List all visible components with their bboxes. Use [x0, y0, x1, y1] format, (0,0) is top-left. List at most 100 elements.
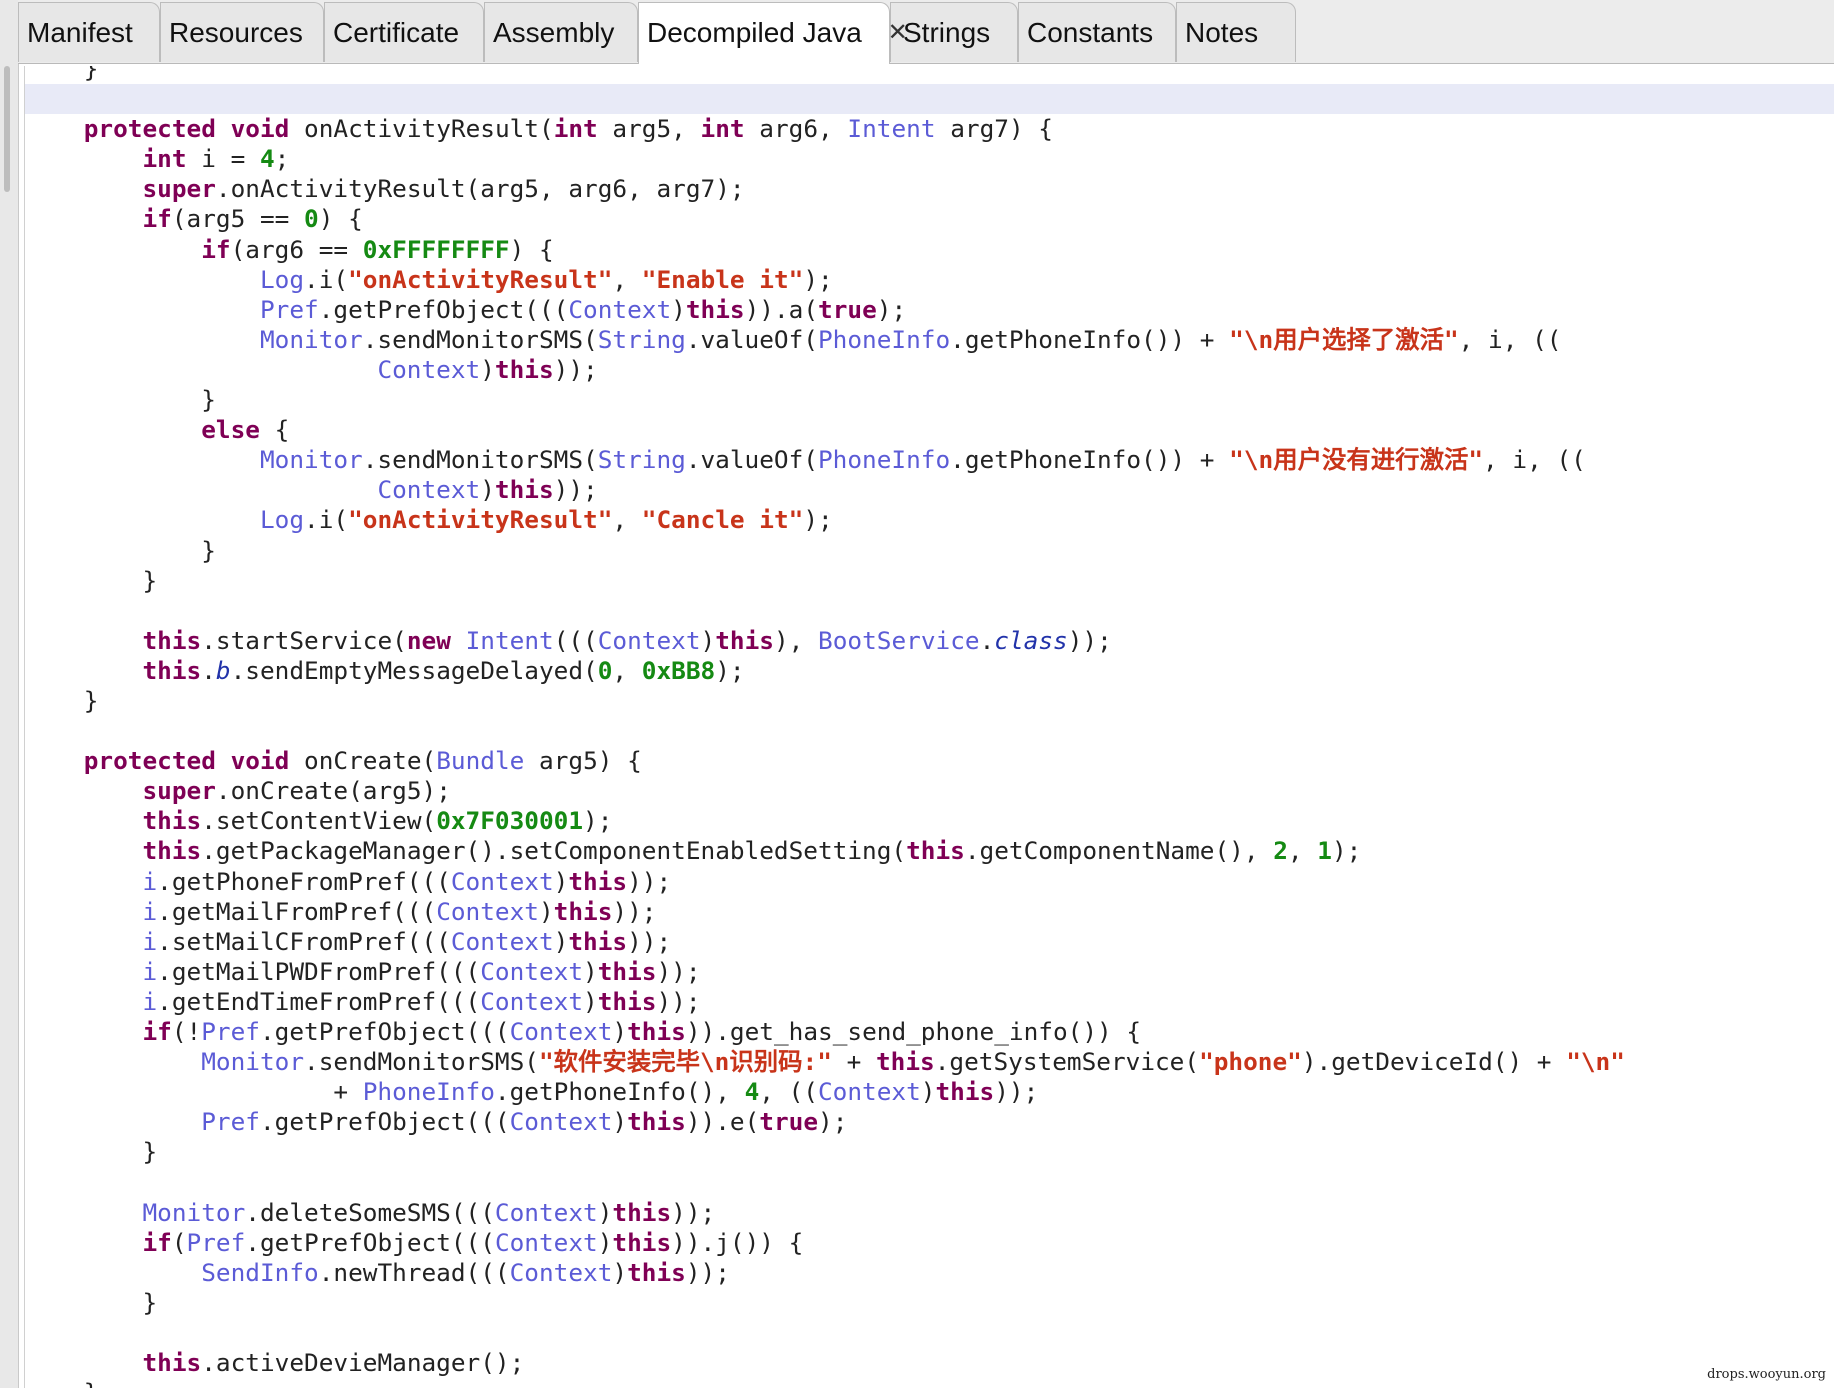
code-token: )); [656, 986, 701, 1016]
code-token: Pref [201, 1107, 260, 1137]
code-token: )).get_has_send_phone_info()) { [685, 1017, 1142, 1046]
code-token: Context [480, 986, 584, 1016]
code-line: } [25, 66, 1625, 84]
close-icon[interactable]: ✕ [888, 18, 908, 47]
code-token: , (( [759, 1077, 818, 1107]
code-token: Context [509, 1257, 613, 1287]
code-token: i [142, 866, 158, 896]
code-token: this [142, 806, 202, 836]
code-line: i.setMailCFromPref(((Context)this)); [25, 927, 1625, 957]
code-line: Log.i("onActivityResult", "Enable it"); [25, 265, 1625, 295]
tab-decompiled-java[interactable]: Decompiled Java ✕ [638, 2, 908, 64]
code-token: if [201, 234, 231, 264]
code-token: Context [450, 926, 554, 956]
code-token: , [612, 655, 642, 685]
tab-resources[interactable]: Resources [160, 2, 324, 62]
code-token: this [142, 655, 202, 685]
code-token: ) [612, 1107, 628, 1137]
code-line: if(arg5 == 0) { [25, 204, 1625, 234]
code-text: } protected void onActivityResult(int ar… [25, 66, 1625, 1388]
code-token: PhoneInfo [362, 1077, 495, 1107]
code-token: ) [700, 625, 716, 655]
code-token: Context [450, 866, 554, 896]
code-token: ) [597, 1227, 613, 1257]
code-token: ).getDeviceId() + [1301, 1047, 1567, 1077]
tab-assembly[interactable]: Assembly [484, 2, 638, 62]
code-token: . [201, 655, 216, 685]
code-token: 0xBB8 [641, 655, 716, 685]
tab-constants[interactable]: Constants [1018, 2, 1176, 62]
code-token: this [715, 625, 774, 655]
code-token: .getPrefObject((( [259, 1017, 510, 1046]
code-token: 0 [304, 204, 319, 234]
tab-label: Strings [903, 17, 991, 48]
code-token: )); [685, 1257, 730, 1287]
code-token: )).e( [685, 1107, 760, 1137]
code-token: } [25, 1378, 99, 1388]
code-token: Context [494, 1227, 598, 1257]
code-token: ( [171, 1227, 187, 1257]
code-token: BootService [818, 625, 980, 655]
code-token: 0 [597, 655, 613, 685]
code-token: this [553, 896, 613, 926]
code-token: Log [259, 264, 305, 294]
code-token: this [597, 986, 657, 1016]
code-token: .i( [304, 505, 349, 535]
code-token: 2 [1273, 836, 1288, 866]
code-token: PhoneInfo [817, 324, 951, 354]
code-token: i [142, 986, 158, 1016]
code-line: if(arg6 == 0xFFFFFFFF) { [25, 235, 1625, 265]
code-token: , [612, 505, 642, 535]
code-token: .getPrefObject((( [245, 1227, 495, 1257]
code-token: Context [494, 1197, 598, 1227]
code-token: .getMailPWDFromPref((( [157, 956, 481, 986]
code-token: } [25, 66, 99, 83]
code-token: Pref [259, 294, 319, 324]
tab-strings[interactable]: Strings [890, 2, 1018, 62]
code-token: .getPrefObject((( [318, 294, 569, 324]
scroll-notch[interactable] [4, 66, 10, 192]
code-token: int [142, 144, 187, 174]
code-token: Context [509, 1017, 613, 1046]
code-token: new [406, 625, 451, 655]
code-token: "软件安装完毕\n识别码:" [538, 1047, 832, 1077]
code-token: arg5, [597, 114, 701, 144]
code-token: } [25, 535, 216, 565]
code-line: if(!Pref.getPrefObject(((Context)this)).… [25, 1017, 1625, 1047]
code-token: 0xFFFFFFFF [362, 234, 510, 264]
code-token: arg5) { [524, 746, 642, 776]
code-token: )); [1067, 625, 1112, 655]
code-line: Context)this)); [25, 355, 1625, 385]
code-token: .getPackageManager().setComponentEnabled… [201, 836, 907, 866]
tab-manifest[interactable]: Manifest [18, 2, 160, 62]
code-line: this.startService(new Intent(((Context)t… [25, 626, 1625, 656]
tab-notes[interactable]: Notes [1176, 2, 1296, 62]
code-token: Pref [186, 1227, 246, 1257]
code-token: this [142, 836, 202, 866]
tab-label: Constants [1027, 17, 1154, 48]
code-token: .getMailFromPref((( [157, 896, 437, 926]
code-token: true [759, 1107, 819, 1137]
tab-bar: Manifest Resources Certificate Assembly … [18, 0, 1834, 64]
tab-label: Manifest [27, 17, 133, 48]
code-token: this [612, 1197, 672, 1227]
code-line: super.onActivityResult(arg5, arg6, arg7)… [25, 174, 1625, 204]
code-editor[interactable]: } protected void onActivityResult(int ar… [24, 66, 1834, 1388]
code-token: ) [553, 926, 569, 956]
code-token: protected [83, 746, 216, 776]
tab-certificate[interactable]: Certificate [324, 2, 484, 62]
